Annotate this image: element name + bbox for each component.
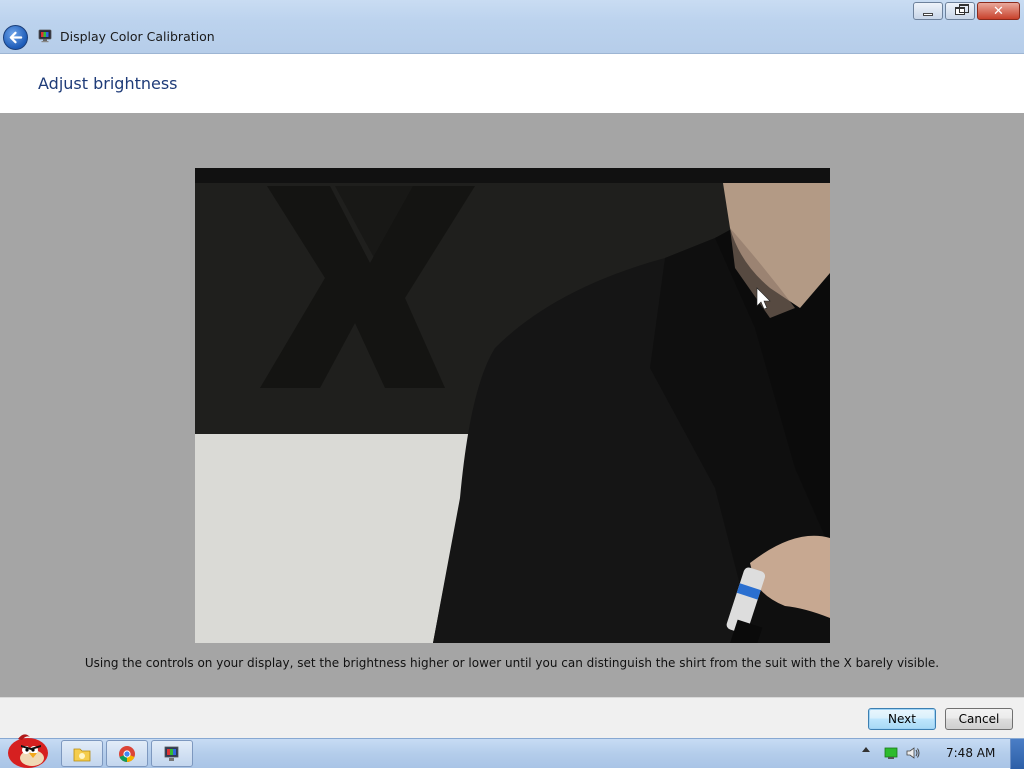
close-icon: ✕ [993, 3, 1004, 19]
angry-bird-start-icon[interactable] [4, 731, 52, 769]
brightness-reference-image [195, 168, 830, 643]
window-controls: ✕ [913, 2, 1020, 20]
network-icon[interactable] [884, 746, 898, 760]
close-button[interactable]: ✕ [977, 2, 1020, 20]
restore-icon [955, 4, 969, 15]
cancel-button[interactable]: Cancel [945, 708, 1013, 730]
show-desktop-button[interactable] [1010, 739, 1024, 769]
next-button[interactable]: Next [868, 708, 936, 730]
taskbar-folder-button[interactable] [61, 740, 103, 767]
calibration-content: Using the controls on your display, set … [0, 113, 1024, 697]
back-arrow-icon [9, 31, 23, 44]
volume-icon[interactable] [906, 746, 920, 760]
folder-icon [73, 748, 91, 761]
back-button[interactable] [3, 25, 28, 50]
taskbar-chrome-button[interactable] [106, 740, 148, 767]
page-header: Adjust brightness [0, 54, 1024, 113]
minimize-icon [923, 12, 933, 16]
minimize-button[interactable] [913, 2, 943, 20]
taskbar-clock[interactable]: 7:48 AM [946, 746, 995, 760]
show-hidden-icons[interactable] [862, 747, 870, 752]
taskbar-calibration-button[interactable] [151, 740, 193, 767]
taskbar: 7:48 AM [0, 734, 1024, 769]
wizard-footer: Next Cancel [0, 697, 1024, 738]
display-calibration-icon [38, 29, 52, 43]
reference-photo [195, 168, 830, 643]
restore-button[interactable] [945, 2, 975, 20]
page-title: Adjust brightness [38, 74, 178, 93]
chrome-icon [119, 745, 135, 762]
window-title-bar: ✕ Display Color Calibration [0, 0, 1024, 54]
instruction-text: Using the controls on your display, set … [84, 656, 940, 670]
display-calibration-icon [164, 746, 179, 761]
window-title: Display Color Calibration [60, 29, 215, 44]
